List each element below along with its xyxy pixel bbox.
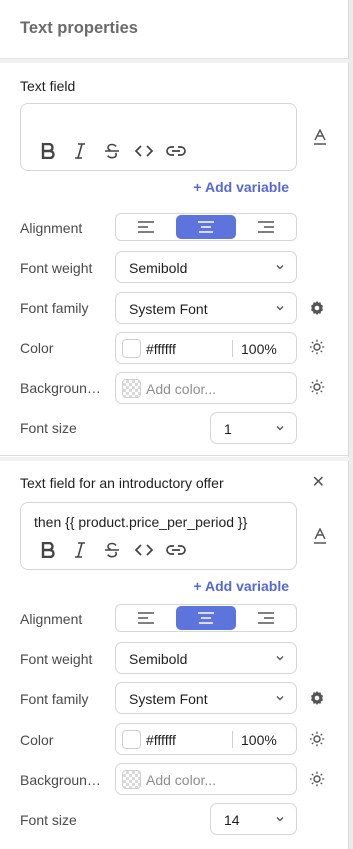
sun-icon[interactable] — [309, 771, 325, 792]
chevron-down-icon — [276, 696, 284, 701]
color-swatch[interactable] — [122, 730, 141, 749]
background-label: Backgroun… — [20, 772, 101, 788]
align-center-button[interactable] — [176, 606, 236, 630]
text-style-icon[interactable] — [313, 128, 327, 150]
color-label: Color — [20, 340, 54, 356]
alignment-label: Alignment — [20, 220, 83, 236]
chevron-down-icon — [276, 306, 284, 311]
font-weight-select[interactable]: Semibold — [115, 642, 297, 674]
editor-text[interactable]: then {{ product.price_per_period }} — [34, 514, 247, 530]
font-size-label: Font size — [20, 420, 77, 436]
chevron-down-icon — [276, 656, 284, 661]
align-left-icon — [138, 612, 154, 624]
format-toolbar — [32, 539, 192, 561]
align-right-icon — [258, 612, 274, 624]
bold-icon[interactable] — [32, 539, 64, 561]
align-right-button[interactable] — [236, 605, 296, 631]
font-size-select[interactable]: 1 — [210, 412, 297, 444]
color-field[interactable]: #ffffff 100% — [115, 723, 297, 755]
panel-title: Text properties — [20, 19, 138, 37]
sun-icon[interactable] — [309, 731, 325, 752]
divider — [232, 340, 233, 357]
align-right-icon — [258, 221, 274, 233]
font-family-label: Font family — [20, 691, 89, 707]
background-color-field[interactable]: Add color... — [115, 763, 297, 795]
alignment-label: Alignment — [20, 611, 83, 627]
font-size-value: 14 — [224, 812, 240, 828]
sun-icon[interactable] — [309, 339, 325, 360]
sun-icon[interactable] — [309, 379, 325, 400]
gear-icon[interactable] — [309, 690, 325, 711]
color-field[interactable]: #ffffff 100% — [115, 332, 297, 364]
font-weight-value: Semibold — [129, 260, 188, 276]
color-hex-value[interactable]: #ffffff — [146, 341, 176, 357]
divider — [232, 731, 233, 748]
format-toolbar — [32, 140, 192, 162]
strikethrough-icon[interactable] — [96, 539, 128, 561]
font-family-value: System Font — [129, 691, 208, 707]
font-size-value: 1 — [224, 421, 232, 437]
section-title: Text field — [20, 78, 76, 94]
empty-color-swatch[interactable] — [122, 770, 141, 789]
align-center-icon — [198, 221, 214, 233]
italic-icon[interactable] — [64, 140, 96, 162]
font-weight-value: Semibold — [129, 651, 188, 667]
color-label: Color — [20, 732, 54, 748]
background-color-field[interactable]: Add color... — [115, 372, 297, 404]
align-right-button[interactable] — [236, 214, 296, 240]
add-variable-button[interactable]: + Add variable — [193, 578, 289, 594]
empty-color-swatch[interactable] — [122, 379, 141, 398]
text-field-section: Text field + Add variable Alignment Font… — [0, 59, 349, 456]
font-family-label: Font family — [20, 300, 89, 316]
font-weight-select[interactable]: Semibold — [115, 251, 297, 283]
align-left-button[interactable] — [116, 605, 176, 631]
italic-icon[interactable] — [64, 539, 96, 561]
gear-icon[interactable] — [309, 300, 325, 321]
font-family-value: System Font — [129, 301, 208, 317]
align-center-button[interactable] — [176, 215, 236, 239]
text-properties-panel: Text properties Text field + Add variabl… — [0, 0, 349, 849]
code-icon[interactable] — [128, 539, 160, 561]
panel-header: Text properties — [0, 0, 349, 59]
align-center-icon — [198, 612, 214, 624]
add-variable-button[interactable]: + Add variable — [193, 179, 289, 195]
section-divider — [0, 59, 349, 63]
alignment-toggle — [115, 213, 297, 241]
alignment-toggle — [115, 604, 297, 632]
background-placeholder[interactable]: Add color... — [146, 381, 216, 397]
font-weight-label: Font weight — [20, 260, 93, 276]
color-swatch[interactable] — [122, 339, 141, 358]
text-editor[interactable]: then {{ product.price_per_period }} — [20, 502, 297, 570]
chevron-down-icon — [276, 426, 284, 431]
strikethrough-icon[interactable] — [96, 140, 128, 162]
text-editor[interactable] — [20, 103, 297, 171]
link-icon[interactable] — [160, 140, 192, 162]
background-placeholder[interactable]: Add color... — [146, 772, 216, 788]
chevron-down-icon — [276, 817, 284, 822]
chevron-down-icon — [276, 265, 284, 270]
font-family-select[interactable]: System Font — [115, 292, 297, 324]
color-opacity-value[interactable]: 100% — [241, 732, 277, 748]
section-divider — [0, 457, 349, 461]
color-opacity-value[interactable]: 100% — [241, 341, 277, 357]
font-size-label: Font size — [20, 812, 77, 828]
bold-icon[interactable] — [32, 140, 64, 162]
font-weight-label: Font weight — [20, 651, 93, 667]
background-label: Backgroun… — [20, 380, 101, 396]
align-left-icon — [138, 221, 154, 233]
intro-offer-text-field-section: Text field for an introductory offer ✕ t… — [0, 457, 349, 849]
text-style-icon[interactable] — [313, 527, 327, 549]
font-family-select[interactable]: System Font — [115, 682, 297, 714]
close-icon[interactable]: ✕ — [312, 472, 325, 492]
align-left-button[interactable] — [116, 214, 176, 240]
link-icon[interactable] — [160, 539, 192, 561]
color-hex-value[interactable]: #ffffff — [146, 732, 176, 748]
code-icon[interactable] — [128, 140, 160, 162]
font-size-select[interactable]: 14 — [210, 803, 297, 835]
section-title: Text field for an introductory offer — [20, 475, 224, 491]
